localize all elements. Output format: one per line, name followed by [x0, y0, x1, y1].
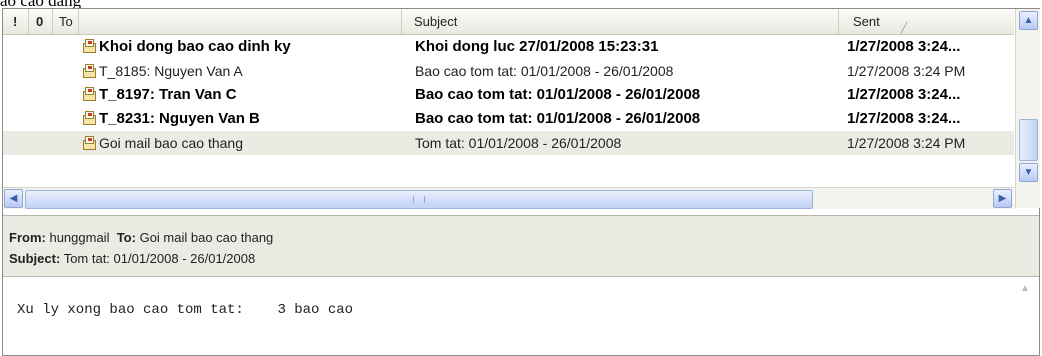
mail-window: ! 0 To Subject Sent ╱ Khoi dong bao cao … [2, 8, 1040, 356]
mail-message-icon [83, 111, 98, 126]
message-sent: 1/27/2008 3:24 PM [847, 135, 966, 151]
preview-from-line: From: hunggmail To: Goi mail bao cao tha… [9, 230, 273, 245]
preview-body[interactable]: Xu ly xong bao cao tom tat: 3 bao cao [3, 277, 1016, 355]
horizontal-scrollbar[interactable]: ◀ ▶ [3, 187, 1014, 209]
preview-subject: Tom tat: 01/01/2008 - 26/01/2008 [63, 251, 256, 266]
message-subject: Bao cao tom tat: 01/01/2008 - 26/01/2008 [415, 110, 701, 127]
message-sent: 1/27/2008 3:24... [847, 110, 961, 127]
message-row[interactable]: T_8185: Nguyen Van A Bao cao tom tat: 01… [3, 59, 1014, 83]
scroll-left-icon[interactable]: ◀ [4, 189, 23, 208]
message-subject: Bao cao tom tat: 01/01/2008 - 26/01/2008 [415, 63, 674, 79]
mail-message-icon [83, 39, 98, 54]
preview-to-label: To: [116, 230, 136, 245]
column-sent[interactable]: Sent ╱ [839, 9, 1014, 34]
message-to: Khoi dong bao cao dinh ky [99, 38, 291, 55]
vertical-scrollbar[interactable]: ▲ ▼ [1015, 9, 1040, 208]
preview-scrollbar[interactable]: ▲ [1017, 277, 1039, 355]
mail-message-icon [83, 136, 98, 151]
scroll-up-icon[interactable]: ▲ [1020, 283, 1030, 294]
message-to: T_8231: Nguyen Van B [99, 110, 260, 127]
preview-header: From: hunggmail To: Goi mail bao cao tha… [3, 215, 1039, 277]
page-caption: ao cao dang [0, 0, 81, 8]
message-to: Goi mail bao cao thang [99, 135, 243, 151]
message-row[interactable]: Khoi dong bao cao dinh ky Khoi dong luc … [3, 35, 1014, 59]
message-row[interactable]: T_8231: Nguyen Van B Bao cao tom tat: 01… [3, 107, 1014, 131]
scroll-down-icon[interactable]: ▼ [1019, 163, 1038, 182]
column-importance[interactable]: ! [3, 9, 29, 34]
column-to[interactable]: To [52, 9, 402, 34]
preview-from: hunggmail [49, 230, 110, 245]
message-row-selected[interactable]: Goi mail bao cao thang Tom tat: 01/01/20… [3, 131, 1014, 155]
vertical-scroll-thumb[interactable] [1019, 119, 1038, 161]
scroll-up-icon[interactable]: ▲ [1019, 11, 1038, 30]
column-sent-label: Sent [853, 14, 880, 29]
scroll-right-icon[interactable]: ▶ [993, 189, 1012, 208]
horizontal-scroll-thumb[interactable] [25, 190, 813, 209]
message-subject: Khoi dong luc 27/01/2008 15:23:31 [415, 38, 659, 55]
preview-from-label: From: [9, 230, 46, 245]
preview-subject-label: Subject: [9, 251, 61, 266]
message-sent: 1/27/2008 3:24... [847, 86, 961, 103]
message-sent: 1/27/2008 3:24... [847, 38, 961, 55]
mail-message-icon [83, 64, 98, 79]
message-to: T_8197: Tran Van C [99, 86, 237, 103]
column-subject[interactable]: Subject [402, 9, 839, 34]
message-list-header: ! 0 To Subject Sent ╱ [3, 9, 1014, 35]
preview-to: Goi mail bao cao thang [139, 230, 274, 245]
preview-subject-line: Subject: Tom tat: 01/01/2008 - 26/01/200… [9, 251, 255, 266]
message-list: Khoi dong bao cao dinh ky Khoi dong luc … [3, 35, 1014, 185]
message-subject: Bao cao tom tat: 01/01/2008 - 26/01/2008 [415, 86, 701, 103]
mail-message-icon [83, 87, 98, 102]
message-sent: 1/27/2008 3:24 PM [847, 63, 966, 79]
preview-body-text: Xu ly xong bao cao tom tat: 3 bao cao [17, 302, 354, 318]
message-subject: Tom tat: 01/01/2008 - 26/01/2008 [415, 135, 622, 151]
message-to: T_8185: Nguyen Van A [99, 63, 243, 79]
message-row[interactable]: T_8197: Tran Van C Bao cao tom tat: 01/0… [3, 83, 1014, 107]
